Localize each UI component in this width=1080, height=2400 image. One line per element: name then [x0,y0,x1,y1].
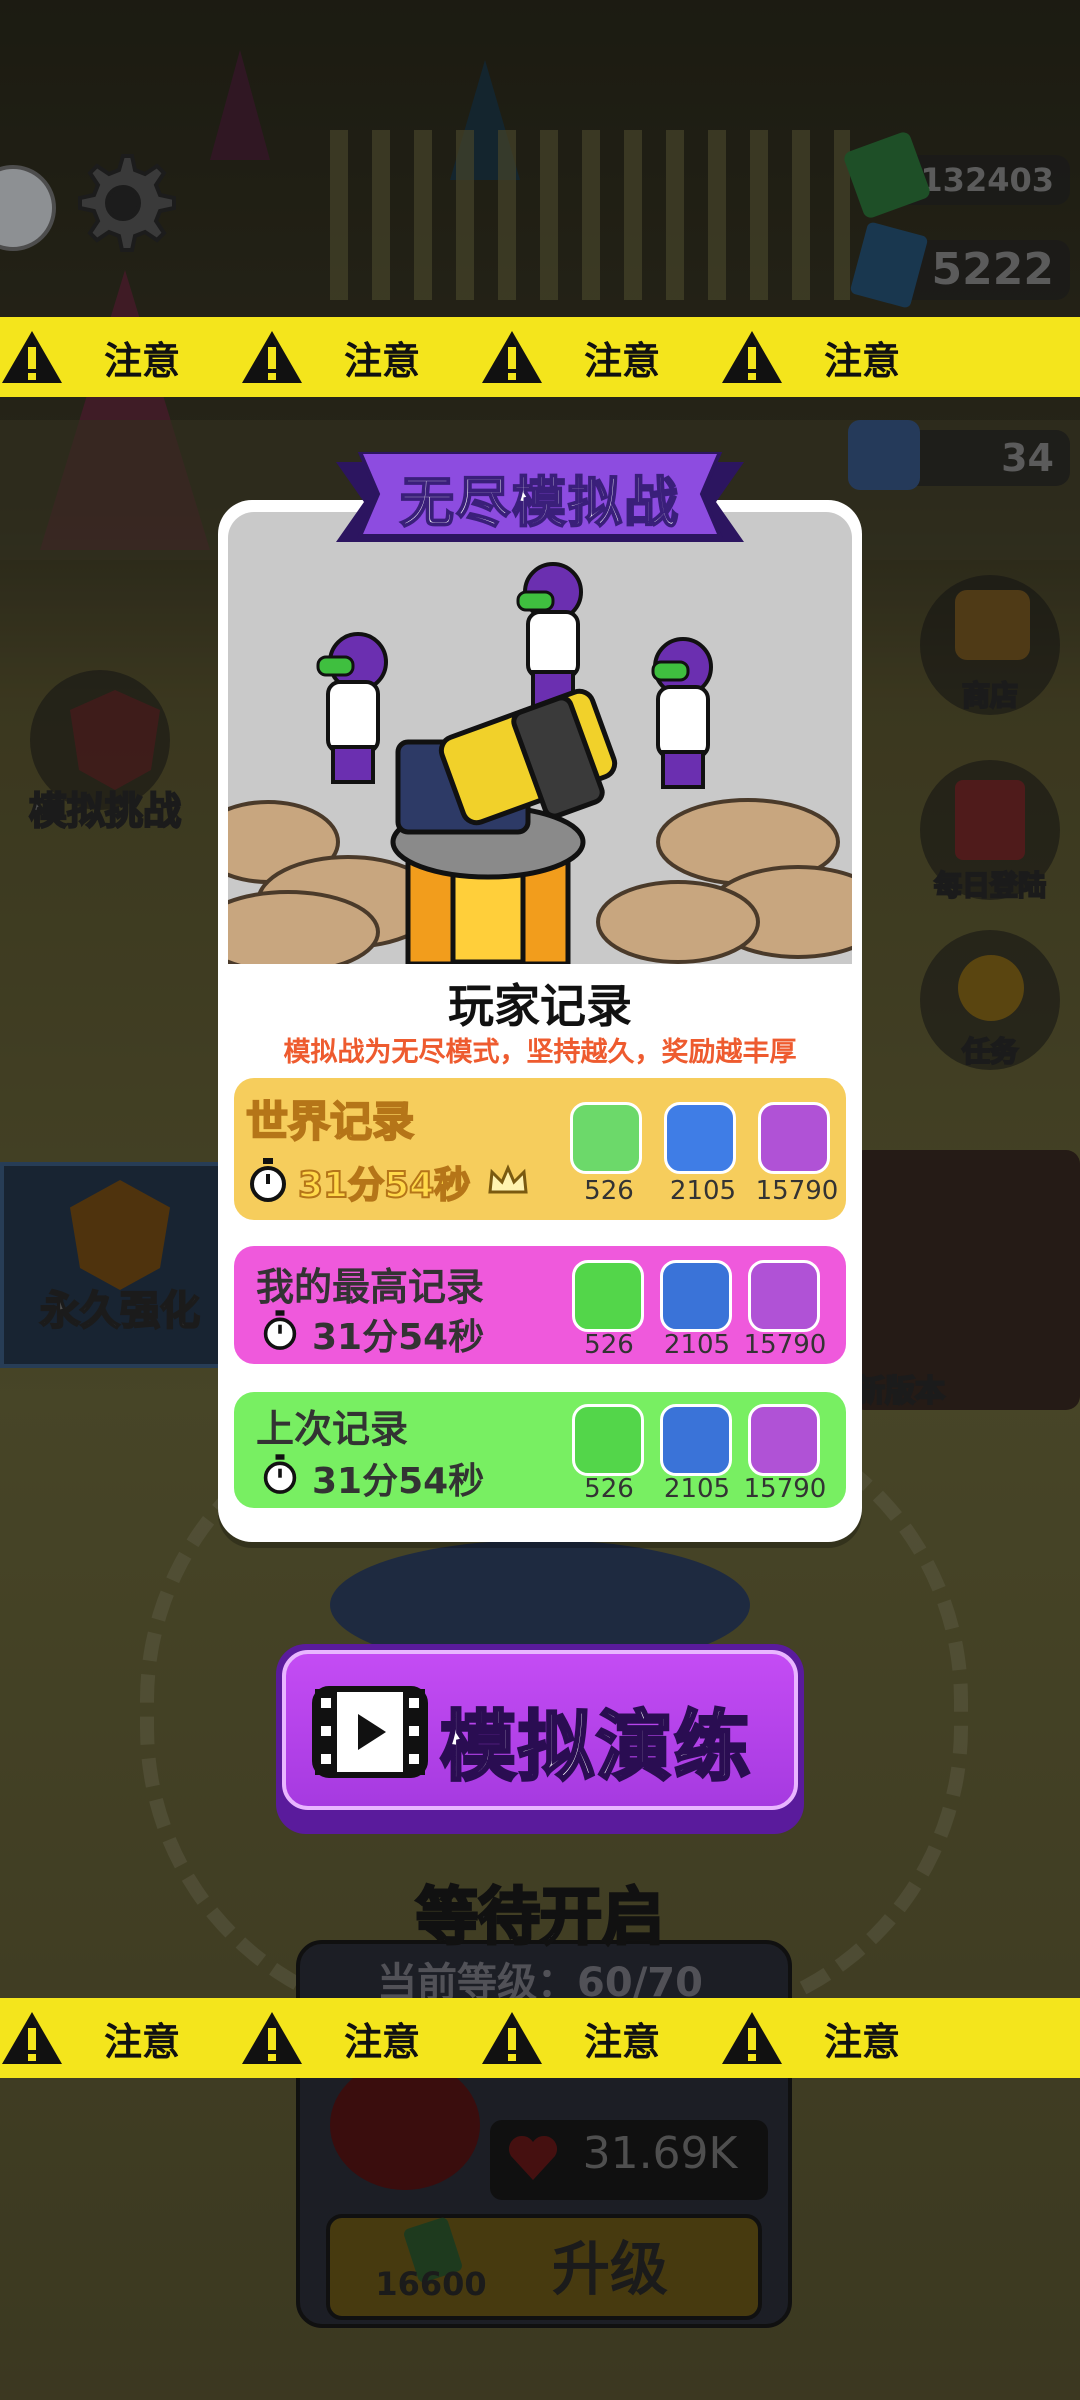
warning-icon [240,2010,304,2066]
reward-amount: 2105 [669,1176,737,1206]
tape-text: 注意 [104,338,181,383]
reward-amount: 526 [584,1474,634,1504]
reward-amount: 526 [584,1330,634,1360]
reward-amount: 2105 [663,1474,731,1504]
warning-icon [720,2010,784,2066]
coin-reward-icon [664,1102,736,1174]
simulate-drill-label: 模拟演练 [439,1701,752,1793]
stopwatch-icon [262,1454,298,1496]
last-record-title: 上次记录 [256,1407,409,1451]
tape-text: 注意 [344,2019,421,2064]
stopwatch-icon [262,1310,298,1352]
coin-reward-icon [660,1260,732,1332]
my-best-record-time: 31分54秒 [312,1317,485,1358]
warning-icon [0,2010,64,2066]
reward-amount: 15790 [743,1330,827,1360]
video-ad-icon [312,1686,428,1778]
tape-text: 注意 [344,338,421,383]
reward-amount: 15790 [743,1474,827,1504]
waiting-status: 等待开启 [414,1879,665,1955]
my-best-record-title: 我的最高记录 [256,1265,485,1309]
gem-reward-icon [572,1260,644,1332]
warning-icon [480,329,544,385]
warning-icon [240,329,304,385]
reward-amount: 526 [584,1176,634,1206]
warning-icon [0,329,64,385]
cash-reward-icon [748,1260,820,1332]
reward-amount: 15790 [755,1176,839,1206]
tape-text: 注意 [824,2019,901,2064]
warning-icon [720,329,784,385]
tape-text: 注意 [584,338,661,383]
warning-tape-top: 注意 注意 注意 注意 [0,317,1080,397]
coin-reward-icon [660,1404,732,1476]
warning-icon [480,2010,544,2066]
modal-title: 无尽模拟战 [399,470,680,535]
gem-reward-icon [570,1102,642,1174]
last-record-time: 31分54秒 [312,1461,485,1502]
mode-illustration [228,512,852,964]
gem-reward-icon [572,1404,644,1476]
cash-reward-icon [748,1404,820,1476]
reward-amount: 2105 [663,1330,731,1360]
player-records-title: 玩家记录 [448,979,632,1033]
world-record-time: 31分54秒 [297,1164,471,1207]
tape-text: 注意 [104,2019,181,2064]
cash-reward-icon [758,1102,830,1174]
warning-tape-bottom: 注意 注意 注意 注意 [0,1998,1080,2078]
crown-icon [488,1164,528,1196]
stopwatch-icon [248,1158,288,1204]
mode-description: 模拟战为无尽模式，坚持越久，奖励越丰厚 [283,1037,797,1068]
tape-text: 注意 [584,2019,661,2064]
world-record-title: 世界记录 [245,1096,415,1147]
tape-text: 注意 [824,338,901,383]
